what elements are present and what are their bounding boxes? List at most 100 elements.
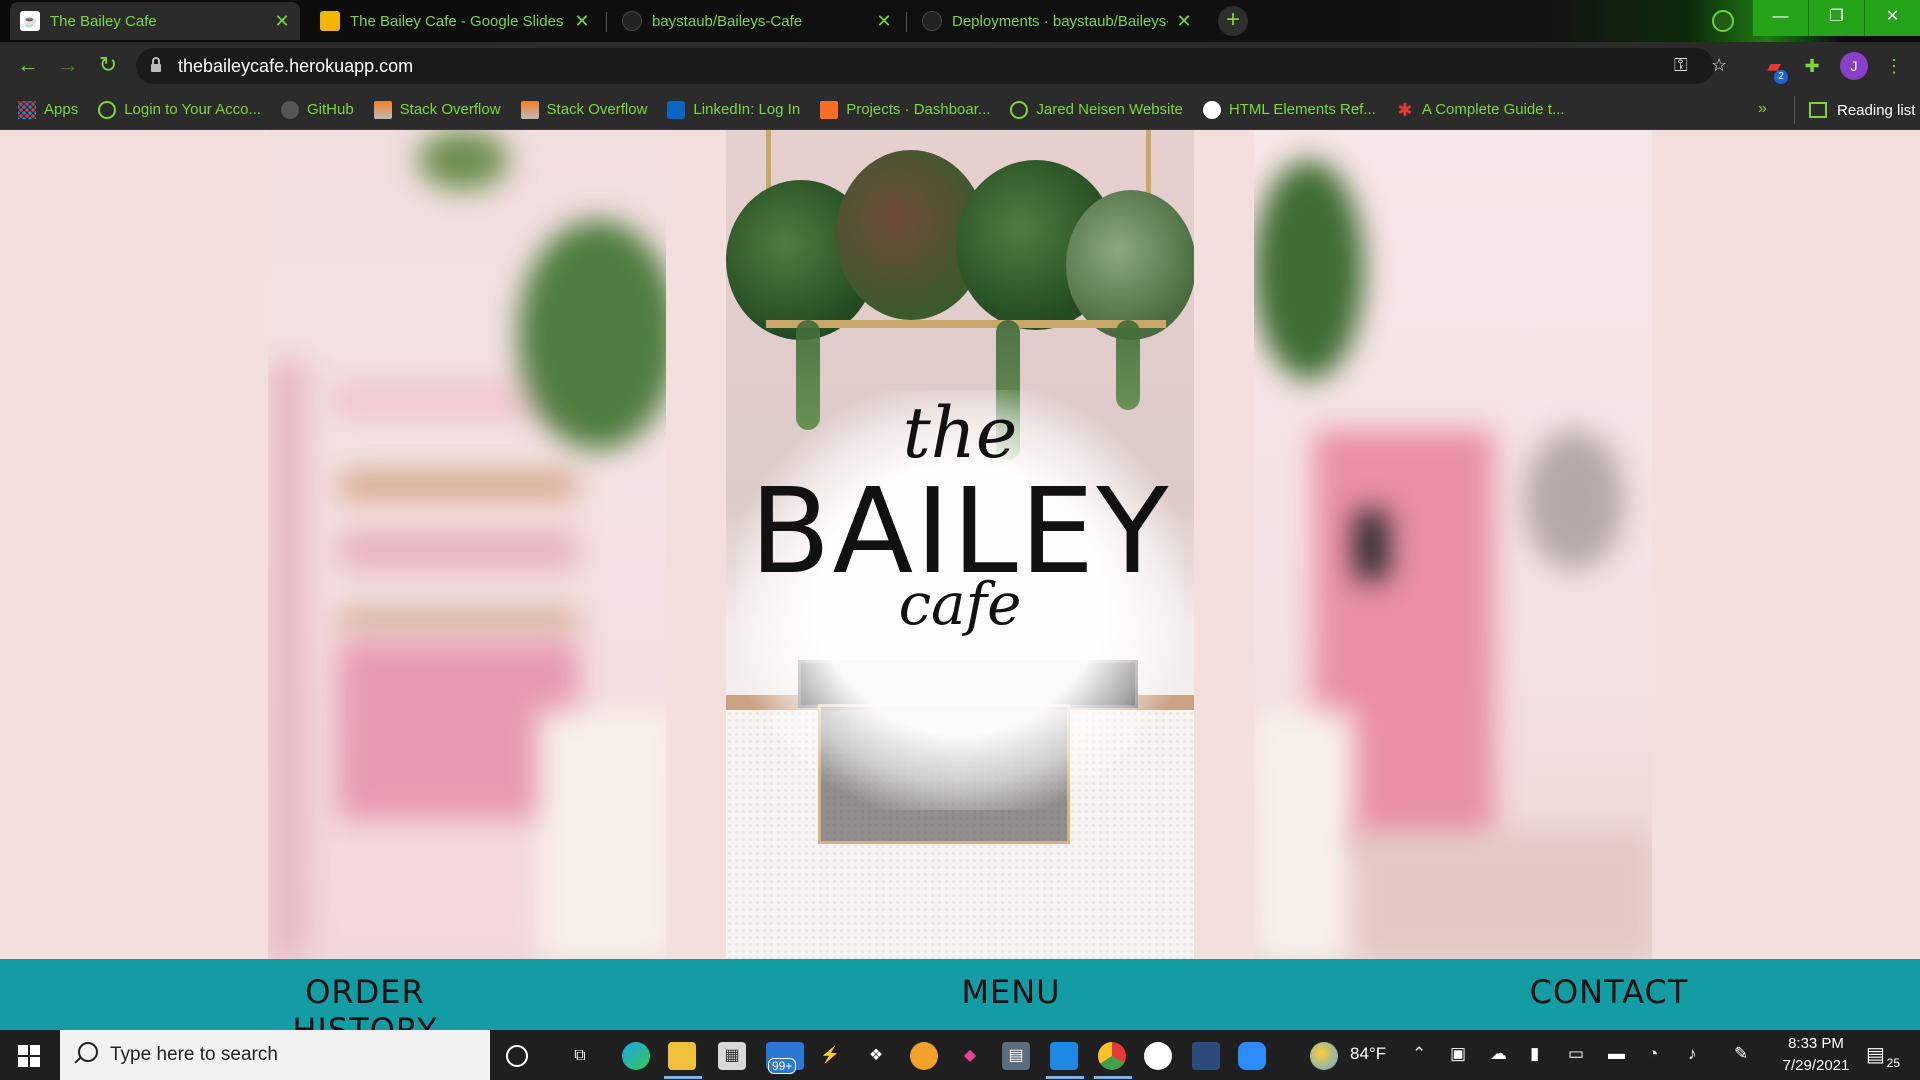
- brave-icon[interactable]: [910, 1042, 938, 1070]
- url-text: thebaileycafe.herokuapp.com: [178, 56, 414, 76]
- system-clock[interactable]: 8:33 PM 7/29/2021: [1766, 1033, 1866, 1077]
- contact-link[interactable]: CONTACT: [1528, 973, 1690, 1011]
- site-nav-bar: ORDER HISTORY MENU CONTACT: [0, 959, 1920, 1049]
- bookmark-label: Projects · Dashboar...: [846, 101, 991, 118]
- close-tab-icon[interactable]: ✕: [274, 11, 290, 32]
- back-icon[interactable]: ←: [14, 52, 42, 80]
- display-icon[interactable]: ▭: [1568, 1044, 1584, 1064]
- search-icon: [78, 1042, 98, 1062]
- bookmark-star-icon[interactable]: ☆: [1711, 55, 1727, 76]
- windows-start-icon[interactable]: [18, 1045, 40, 1067]
- tab-divider: [606, 12, 607, 32]
- wifi-icon[interactable]: ◔: [1648, 1044, 1658, 1064]
- battery-icon[interactable]: ▬: [1608, 1044, 1625, 1064]
- bookmark-label: Login to Your Acco...: [124, 101, 261, 118]
- bookmark-apps[interactable]: Apps: [18, 100, 79, 119]
- reading-list-icon: [1809, 102, 1827, 118]
- vscode-icon[interactable]: [1050, 1042, 1078, 1070]
- mdn-icon: [1202, 100, 1221, 119]
- close-tab-icon[interactable]: ✕: [1176, 11, 1192, 32]
- bookmark-github[interactable]: GitHub: [280, 100, 354, 119]
- volume-icon[interactable]: ♪: [1688, 1044, 1697, 1064]
- key-icon[interactable]: ⚿: [1674, 55, 1688, 76]
- bookmark-html-elements[interactable]: HTML Elements Ref...: [1202, 100, 1376, 119]
- globe-icon: [1010, 100, 1029, 119]
- close-tab-icon[interactable]: ✕: [574, 11, 590, 32]
- linkedin-icon: [667, 100, 686, 119]
- taskbar-search-box[interactable]: Type here to search: [60, 1030, 490, 1080]
- more-bookmarks-icon[interactable]: »: [1758, 100, 1767, 118]
- tab-google-slides[interactable]: The Bailey Cafe - Google Slides ✕: [310, 2, 600, 40]
- bookmark-stack-overflow-2[interactable]: Stack Overflow: [520, 100, 647, 119]
- cortana-icon[interactable]: [506, 1045, 528, 1067]
- weather-temperature[interactable]: 84°F: [1350, 1044, 1386, 1064]
- tab-deployments[interactable]: Deployments · baystaub/Baileys- ✕: [912, 2, 1202, 40]
- windows-taskbar: Type here to search ⧉ ▦ 99+ ⚡ ❖ ◆ ▤ 84°F…: [0, 1030, 1920, 1080]
- browser-tab-strip: ☕ The Bailey Cafe ✕ The Bailey Cafe - Go…: [0, 0, 1920, 42]
- left-interior-photo: [268, 130, 666, 959]
- new-tab-button[interactable]: +: [1218, 6, 1248, 36]
- tab-the-bailey-cafe[interactable]: ☕ The Bailey Cafe ✕: [10, 2, 300, 40]
- chrome-icon[interactable]: [1098, 1042, 1126, 1070]
- bookmark-jared-neisen[interactable]: Jared Neisen Website: [1010, 100, 1183, 119]
- bookmark-stack-overflow[interactable]: Stack Overflow: [373, 100, 501, 119]
- slack-icon[interactable]: [1144, 1042, 1172, 1070]
- logo-cafe: cafe: [898, 570, 1022, 638]
- notifications-icon[interactable]: ▤ 25: [1866, 1042, 1900, 1070]
- microphone-icon[interactable]: ▮: [1530, 1044, 1539, 1064]
- task-view-icon[interactable]: ⧉: [566, 1042, 594, 1070]
- bookmark-label: Apps: [44, 101, 79, 118]
- profile-avatar[interactable]: J: [1840, 52, 1868, 80]
- weather-icon[interactable]: [1310, 1042, 1338, 1070]
- terminal-icon[interactable]: ⚡: [816, 1042, 844, 1070]
- store-icon[interactable]: ▦: [718, 1042, 746, 1070]
- zoom-icon[interactable]: [1238, 1042, 1266, 1070]
- stackoverflow-icon: [520, 100, 539, 119]
- more-options-icon[interactable]: ⋮: [1880, 52, 1908, 80]
- bookmark-label: HTML Elements Ref...: [1228, 101, 1376, 118]
- clock-time: 8:33 PM: [1788, 1035, 1844, 1052]
- bookmark-gitlab[interactable]: Projects · Dashboar...: [820, 100, 991, 119]
- bookmarks-bar: Apps Login to Your Acco... GitHub Stack …: [0, 90, 1920, 130]
- notification-count: 25: [1886, 1056, 1900, 1070]
- restore-button[interactable]: ❐: [1808, 0, 1864, 36]
- github-icon: [922, 11, 942, 31]
- dropbox-icon[interactable]: ❖: [862, 1042, 890, 1070]
- clock-date: 7/29/2021: [1782, 1057, 1850, 1074]
- bookmark-label: Jared Neisen Website: [1036, 101, 1183, 118]
- edge-icon[interactable]: [622, 1042, 650, 1070]
- cafe-logo-photo: the BAILEY cafe: [726, 130, 1194, 959]
- address-bar[interactable]: thebaileycafe.herokuapp.com ⚿ ☆: [136, 48, 1727, 84]
- app-icon[interactable]: [1192, 1042, 1220, 1070]
- calculator-icon[interactable]: ▤: [1002, 1042, 1030, 1070]
- reading-list-button[interactable]: Reading list: [1794, 96, 1915, 124]
- cafe-favicon-icon: ☕: [20, 11, 40, 31]
- minimize-button[interactable]: —: [1752, 0, 1808, 36]
- gitkraken-icon[interactable]: ◆: [956, 1042, 984, 1070]
- forward-icon[interactable]: →: [54, 52, 82, 80]
- pen-icon[interactable]: ✎: [1734, 1044, 1748, 1064]
- file-explorer-icon[interactable]: [668, 1042, 696, 1070]
- tab-github-repo[interactable]: baystaub/Baileys-Cafe ✕: [612, 2, 902, 40]
- plant: [1066, 190, 1194, 340]
- reload-icon[interactable]: ↻: [94, 52, 122, 80]
- extensions-puzzle-icon[interactable]: ✚: [1798, 52, 1826, 80]
- reading-list-label: Reading list: [1837, 101, 1916, 119]
- bookmark-linkedin[interactable]: LinkedIn: Log In: [667, 100, 800, 119]
- close-tab-icon[interactable]: ✕: [876, 11, 892, 32]
- stackoverflow-icon: [373, 100, 392, 119]
- menu-link[interactable]: MENU: [944, 973, 1078, 1011]
- browser-toolbar: ← → ↻ thebaileycafe.herokuapp.com ⚿ ☆ ▰ …: [0, 42, 1920, 90]
- close-window-button[interactable]: ✕: [1864, 0, 1920, 36]
- tab-title: Deployments · baystaub/Baileys-: [952, 12, 1168, 30]
- onedrive-icon[interactable]: ☁: [1490, 1044, 1507, 1064]
- bookmark-complete-guide[interactable]: ✱ A Complete Guide t...: [1396, 101, 1564, 119]
- cafe-page: the BAILEY cafe: [0, 130, 1920, 959]
- bookmark-label: Stack Overflow: [399, 101, 501, 118]
- meet-now-icon[interactable]: ▣: [1450, 1044, 1466, 1064]
- bookmark-login[interactable]: Login to Your Acco...: [98, 100, 261, 119]
- window-controls: — ❐ ✕: [1752, 0, 1920, 36]
- tab-search-icon[interactable]: [1712, 10, 1734, 32]
- show-hidden-icons-icon[interactable]: ⌃: [1412, 1044, 1426, 1064]
- slides-icon: [320, 11, 340, 31]
